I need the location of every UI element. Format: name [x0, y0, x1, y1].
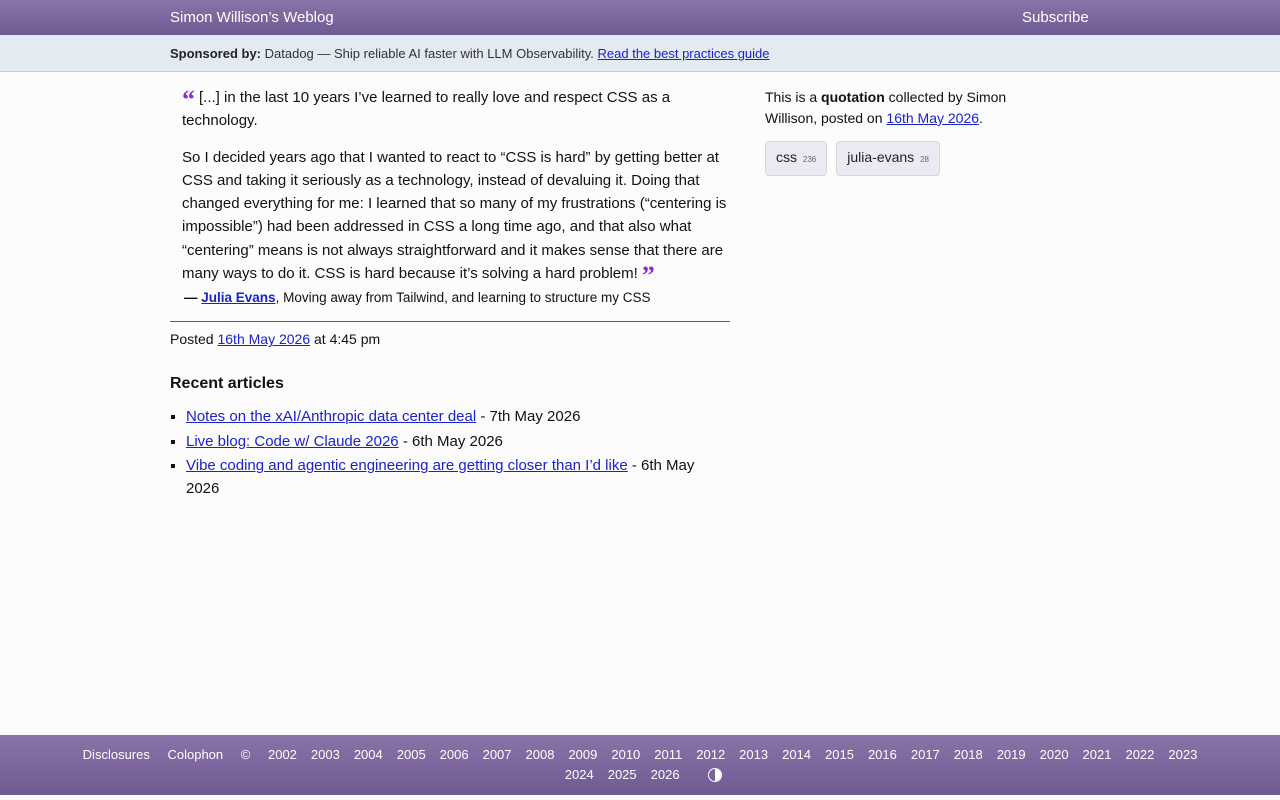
year-link-2019[interactable]: 2019	[997, 747, 1026, 762]
year-link-2016[interactable]: 2016	[868, 747, 897, 762]
list-item: Notes on the xAI/Anthropic data center d…	[186, 405, 730, 428]
posted-line: Posted 16th May 2026 at 4:45 pm	[170, 331, 730, 347]
article-link[interactable]: Vibe coding and agentic engineering are …	[186, 457, 628, 474]
sidebar-date-link[interactable]: 16th May 2026	[886, 110, 979, 126]
year-link-2018[interactable]: 2018	[954, 747, 983, 762]
posted-prefix: Posted	[170, 331, 214, 348]
subscribe-link[interactable]: Subscribe	[1022, 9, 1089, 26]
quote-citation: — Julia Evans, Moving away from Tailwind…	[184, 290, 730, 305]
tag-count: 236	[802, 155, 817, 164]
recent-articles-heading: Recent articles	[170, 375, 284, 393]
year-link-2007[interactable]: 2007	[483, 747, 512, 762]
sidebar-metadata: This is a quotation collected by Simon W…	[765, 87, 1035, 129]
close-quote-icon: ”	[641, 261, 655, 291]
year-link-2014[interactable]: 2014	[782, 747, 811, 762]
tag-css[interactable]: css 236	[765, 141, 828, 176]
main-content: “[...] in the last 10 years I’ve learned…	[170, 86, 730, 502]
open-quote-icon: “	[182, 85, 195, 114]
year-link-2024[interactable]: 2024	[565, 767, 594, 782]
year-link-2002[interactable]: 2002	[268, 747, 297, 762]
site-header: Simon Willison’s Weblog Subscribe	[0, 0, 1280, 35]
posted-time: at 4:45 pm	[314, 331, 381, 348]
sidebar: This is a quotation collected by Simon W…	[765, 87, 1035, 176]
year-links-row-1: 2002 2003 2004 2005 2006 2007 2008 2009 2010 2011…	[261, 747, 1204, 762]
citation-comma: ,	[275, 290, 280, 306]
copyright-symbol: ©	[240, 747, 251, 762]
article-link[interactable]: Live blog: Code w/ Claude 2026	[186, 433, 399, 450]
quote-paragraph-1: “[...] in the last 10 years I’ve learned…	[182, 86, 730, 133]
year-link-2023[interactable]: 2023	[1168, 747, 1197, 762]
year-link-2025[interactable]: 2025	[608, 767, 637, 782]
disclosures-link[interactable]: Disclosures	[83, 747, 150, 762]
year-link-2011[interactable]: 2011	[654, 747, 682, 762]
recent-articles-list: Notes on the xAI/Anthropic data center d…	[170, 405, 730, 500]
tag-count: 28	[920, 155, 929, 164]
sponsor-banner: Sponsored by: Datadog — Ship reliable AI…	[0, 35, 1280, 72]
year-link-2022[interactable]: 2022	[1125, 747, 1154, 762]
year-link-2009[interactable]: 2009	[568, 747, 597, 762]
year-link-2010[interactable]: 2010	[611, 747, 640, 762]
list-item: Live blog: Code w/ Claude 2026 - 6th May…	[186, 430, 730, 453]
year-link-2006[interactable]: 2006	[440, 747, 469, 762]
citation-source: Moving away from Tailwind, and learning …	[283, 290, 651, 306]
content-type: quotation	[821, 89, 885, 105]
sponsor-label: Sponsored by:	[170, 46, 262, 61]
year-link-2015[interactable]: 2015	[825, 747, 854, 762]
footer-row-2: 2024 2025 2026	[0, 767, 1280, 782]
sponsor-link[interactable]: Read the best practices guide	[598, 46, 770, 61]
year-link-2013[interactable]: 2013	[739, 747, 768, 762]
year-link-2026[interactable]: 2026	[651, 767, 680, 782]
tag-julia-evans[interactable]: julia-evans 28	[836, 141, 940, 176]
article-date: - 6th May 2026	[402, 432, 503, 450]
year-link-2008[interactable]: 2008	[526, 747, 555, 762]
divider	[170, 321, 730, 323]
author-link[interactable]: Julia Evans	[201, 290, 275, 305]
quote-text-1: [...] in the last 10 years I’ve learned …	[182, 89, 671, 130]
year-link-2005[interactable]: 2005	[397, 747, 426, 762]
article-date: - 7th May 2026	[480, 408, 581, 426]
quotation: “[...] in the last 10 years I’ve learned…	[170, 86, 730, 289]
year-links-row-2: 2024 2025 2026	[558, 767, 687, 782]
quote-paragraph-2: So I decided years ago that I wanted to …	[182, 146, 730, 289]
article-link[interactable]: Notes on the xAI/Anthropic data center d…	[186, 408, 476, 425]
site-footer: Disclosures Colophon © 2002 2003 2004 2005 2…	[0, 735, 1280, 795]
year-link-2021[interactable]: 2021	[1083, 747, 1112, 762]
year-link-2003[interactable]: 2003	[311, 747, 340, 762]
contrast-icon[interactable]	[708, 768, 723, 782]
sidebar-period: .	[979, 110, 983, 126]
year-link-2012[interactable]: 2012	[696, 747, 725, 762]
tag-name: css	[776, 149, 797, 165]
citation-dash: —	[184, 290, 198, 306]
sidebar-text-1: This is a	[765, 89, 818, 105]
sponsor-text: Datadog — Ship reliable AI faster with L…	[264, 46, 594, 61]
tag-list: css 236 julia-evans 28	[765, 141, 1035, 176]
year-link-2004[interactable]: 2004	[354, 747, 383, 762]
year-link-2017[interactable]: 2017	[911, 747, 940, 762]
list-item: Vibe coding and agentic engineering are …	[186, 454, 730, 500]
site-title-link[interactable]: Simon Willison’s Weblog	[170, 9, 334, 26]
year-link-2020[interactable]: 2020	[1040, 747, 1069, 762]
colophon-link[interactable]: Colophon	[167, 747, 223, 762]
tag-name: julia-evans	[847, 149, 915, 165]
posted-date-link[interactable]: 16th May 2026	[217, 331, 310, 347]
footer-row-1: Disclosures Colophon © 2002 2003 2004 2005 2…	[0, 747, 1280, 762]
